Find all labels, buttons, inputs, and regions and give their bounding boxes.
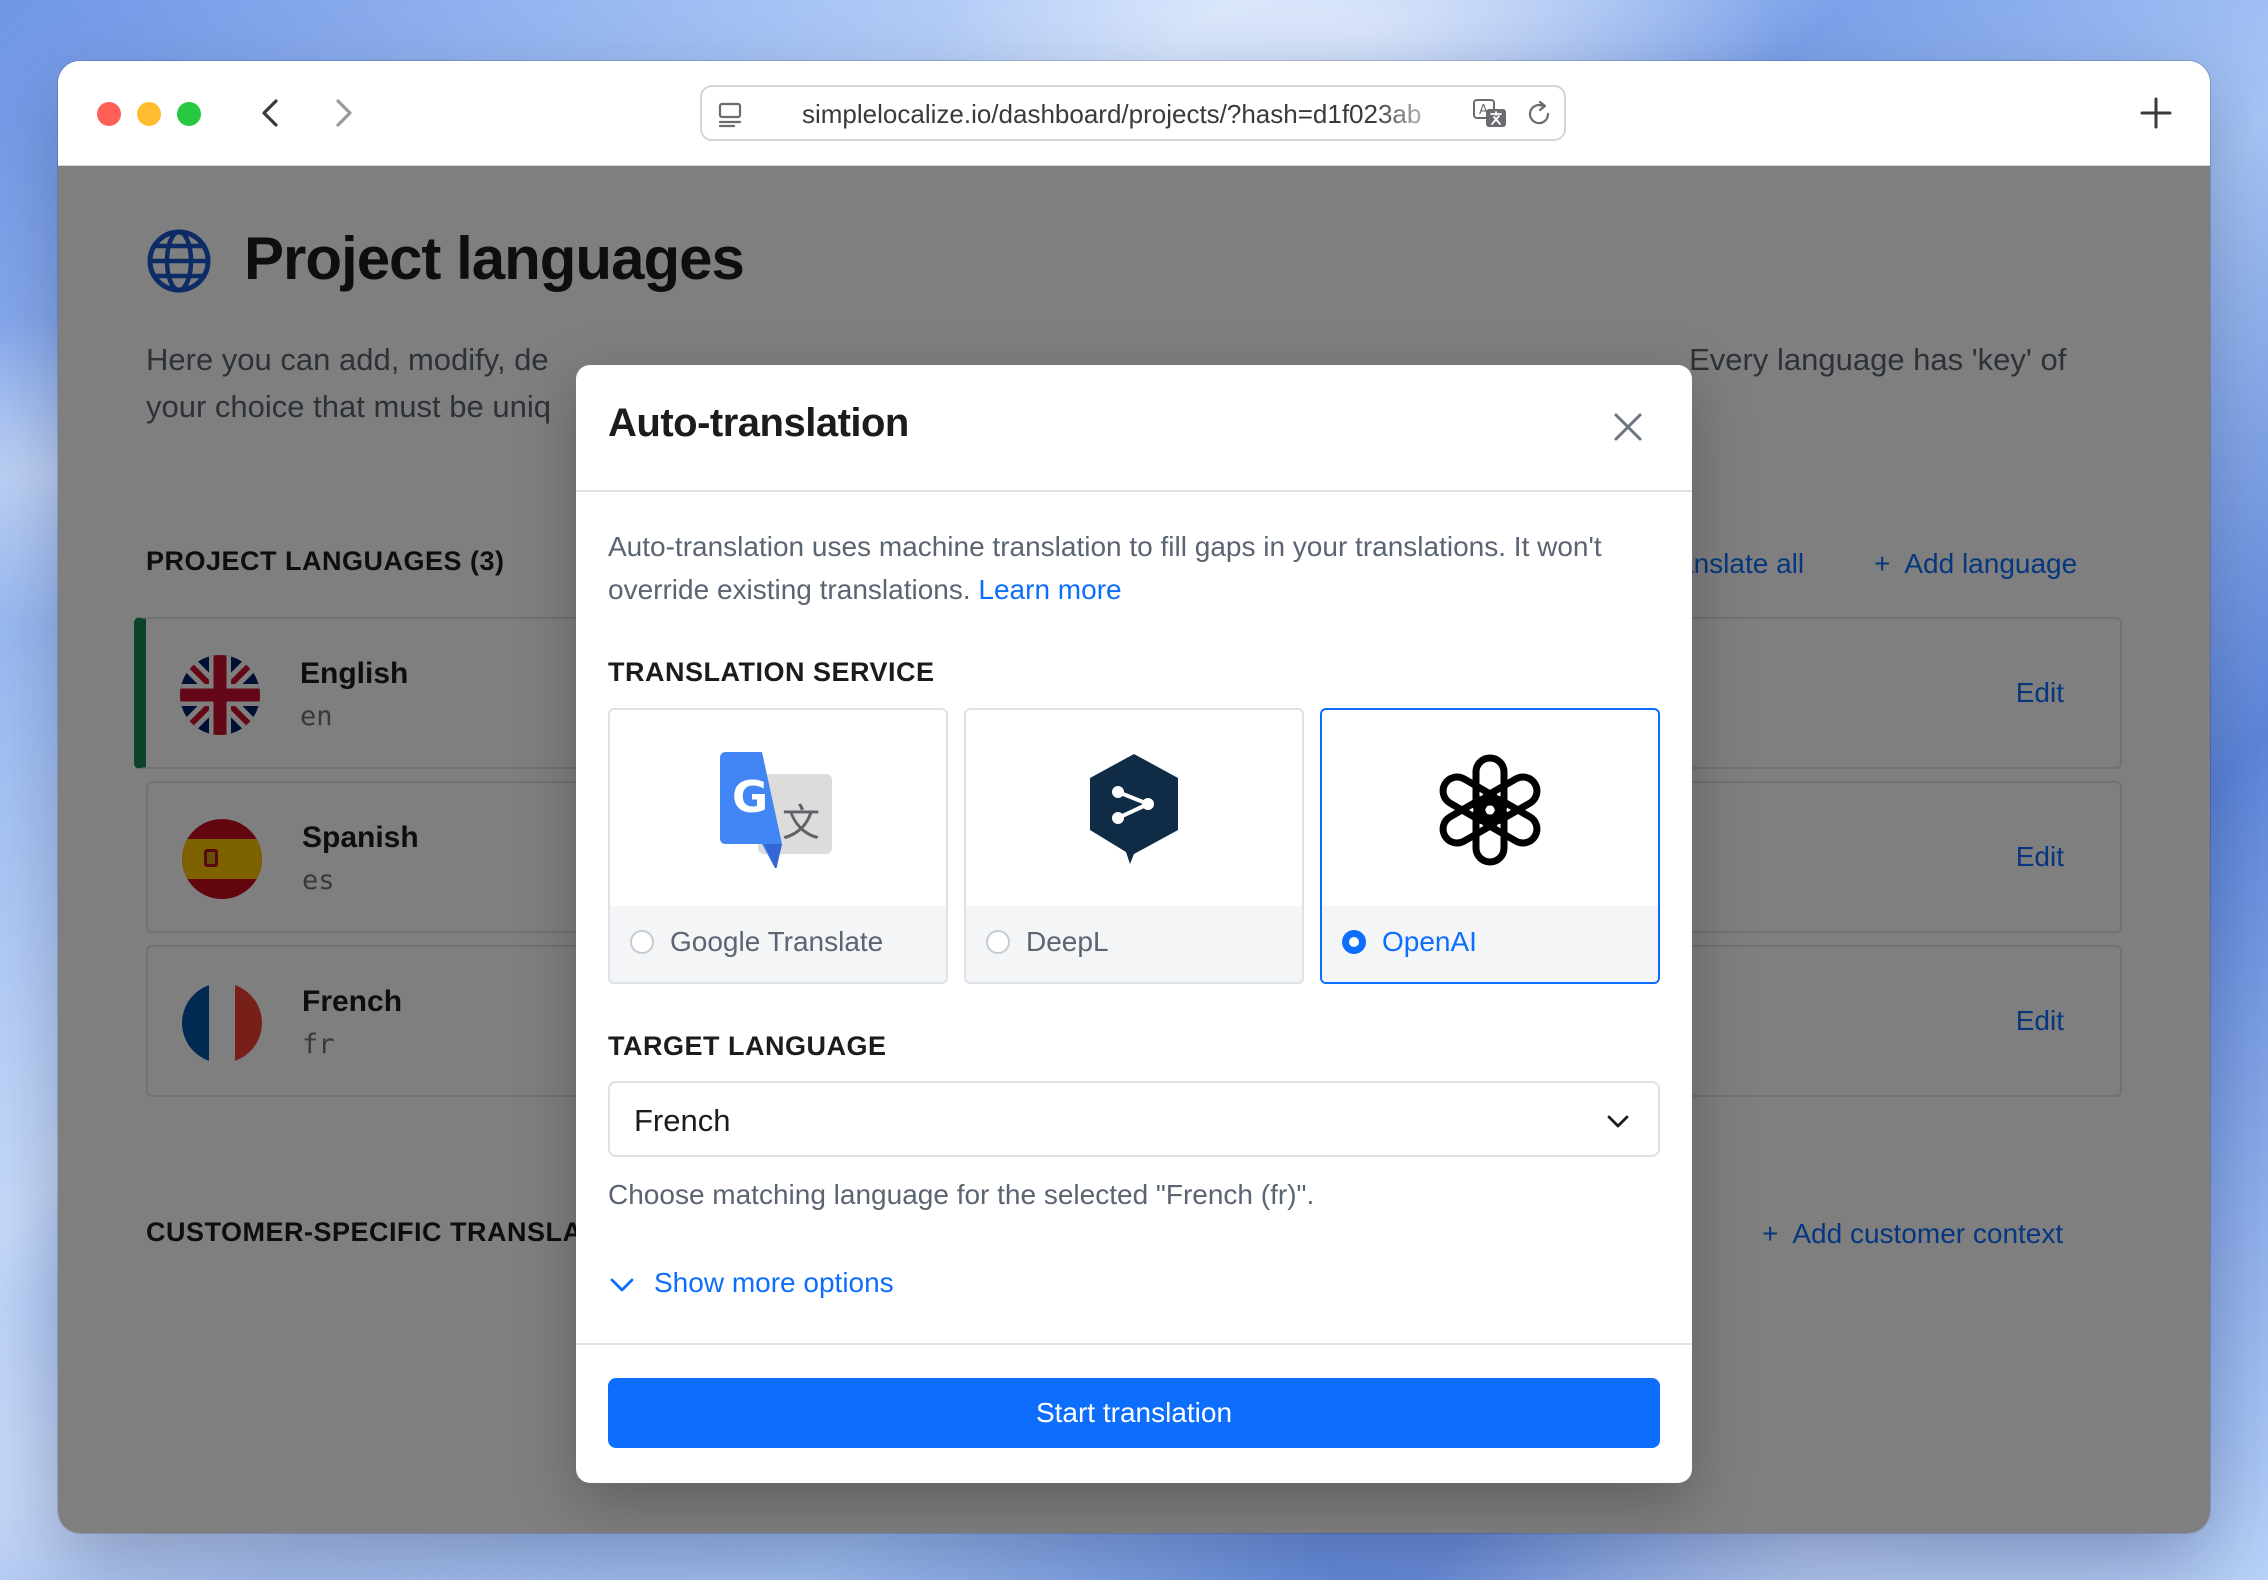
svg-text:G: G xyxy=(732,772,768,823)
service-radio-deepl[interactable] xyxy=(986,930,1010,954)
chevron-down-icon xyxy=(610,1278,634,1292)
new-tab-icon[interactable] xyxy=(2136,93,2176,133)
google-translate-icon: 文 G xyxy=(720,752,832,868)
dialog-intro: Auto-translation uses machine translatio… xyxy=(608,525,1658,611)
service-radio-openai[interactable] xyxy=(1342,930,1366,954)
target-language-label: TARGET LANGUAGE xyxy=(608,1031,887,1061)
reload-icon[interactable] xyxy=(1524,99,1554,129)
address-bar[interactable]: simplelocalize.io/dashboard/projects/?ha… xyxy=(700,85,1566,141)
target-language-value: French xyxy=(634,1103,731,1138)
service-name: Google Translate xyxy=(670,926,884,957)
service-name: DeepL xyxy=(1026,926,1109,957)
service-option-deepl[interactable]: DeepL xyxy=(964,708,1304,984)
zoom-window-button[interactable] xyxy=(177,102,201,126)
auto-translation-dialog: Auto-translation Auto-translation uses m… xyxy=(576,365,1692,1483)
openai-icon xyxy=(1439,754,1541,866)
browser-toolbar: simplelocalize.io/dashboard/projects/?ha… xyxy=(58,61,2210,166)
page-settings-icon[interactable] xyxy=(716,99,746,129)
minimize-window-button[interactable] xyxy=(137,102,161,126)
url-text[interactable]: simplelocalize.io/dashboard/projects/?ha… xyxy=(802,99,1452,129)
start-translation-button[interactable]: Start translation xyxy=(608,1378,1660,1448)
page-content: Project languages Here you can add, modi… xyxy=(58,166,2210,1533)
translate-page-icon[interactable]: A xyxy=(1472,97,1508,131)
translation-service-label: TRANSLATION SERVICE xyxy=(608,657,935,687)
chevron-right-icon xyxy=(336,99,352,127)
dialog-header: Auto-translation xyxy=(576,365,1692,492)
target-language-help: Choose matching language for the selecte… xyxy=(608,1179,1315,1210)
close-window-button[interactable] xyxy=(97,102,121,126)
svg-text:文: 文 xyxy=(782,801,820,845)
close-icon[interactable] xyxy=(1610,409,1646,445)
deepl-icon xyxy=(1090,754,1178,864)
service-radio-google-translate[interactable] xyxy=(630,930,654,954)
back-button[interactable] xyxy=(250,91,294,135)
service-option-openai[interactable]: OpenAI xyxy=(1320,708,1660,984)
show-more-options-label: Show more options xyxy=(654,1267,894,1298)
chevron-down-icon xyxy=(1607,1115,1629,1128)
browser-window: simplelocalize.io/dashboard/projects/?ha… xyxy=(58,61,2210,1533)
dialog-title: Auto-translation xyxy=(608,401,909,445)
target-language-select[interactable]: French xyxy=(608,1081,1660,1157)
chevron-left-icon xyxy=(262,99,278,127)
service-name: OpenAI xyxy=(1382,926,1477,957)
service-option-google-translate[interactable]: 文 G Google Translate xyxy=(608,708,948,984)
learn-more-link[interactable]: Learn more xyxy=(978,574,1121,605)
forward-button[interactable] xyxy=(320,91,364,135)
